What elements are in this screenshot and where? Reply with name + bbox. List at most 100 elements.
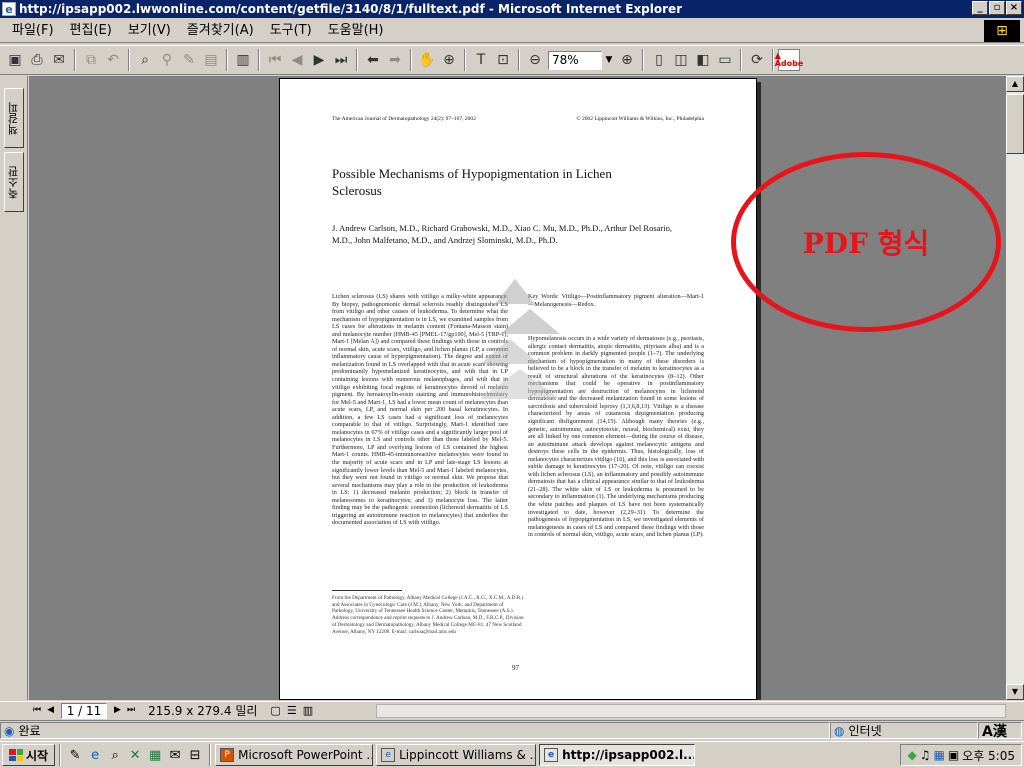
previous-page-button-icon[interactable]: ◀ [44, 706, 57, 715]
pdf-page: The American Journal of Dermatopathology… [279, 78, 757, 700]
page-field[interactable]: 1 / 11 [61, 702, 108, 719]
tab-thumbnails-label: 축소판 [7, 165, 20, 199]
previous-page-icon[interactable]: ◀ [286, 49, 308, 71]
fit-page-icon[interactable]: ◫ [670, 49, 692, 71]
task-powerpoint[interactable]: P Microsoft PowerPoint ... [215, 744, 374, 766]
zoom-in-icon[interactable]: ⊕ [616, 49, 638, 71]
system-tray: ◆ ♫ ▦ ▣ 오후 5:05 [900, 744, 1022, 766]
vertical-scrollbar[interactable]: ▲ ▼ [1006, 76, 1024, 700]
show-desktop-icon[interactable]: ✎ [65, 745, 85, 765]
menu-file[interactable]: 파일(F) [4, 20, 62, 42]
taskbar-separator [209, 744, 212, 766]
scroll-down-icon[interactable]: ▼ [1006, 684, 1024, 700]
task-lippincott[interactable]: e Lippincott Williams & ... [376, 744, 537, 766]
zone-text: 인터넷 [848, 724, 882, 738]
text-select-icon[interactable]: T [470, 49, 492, 71]
excel-quicklaunch-icon[interactable]: ✕ [125, 745, 145, 765]
horizontal-scrollbar[interactable] [376, 704, 1006, 718]
media-quicklaunch-icon[interactable]: ⊟ [185, 745, 205, 765]
reflow-icon[interactable]: ▭ [714, 49, 736, 71]
menu-bar: 파일(F) 편집(E) 보기(V) 즐겨찾기(A) 도구(T) 도움말(H) [0, 19, 1024, 43]
article-authors: J. Andrew Carlson, M.D., Richard Grabows… [332, 223, 672, 245]
facing-pages-icon[interactable]: ▥ [300, 705, 316, 716]
toolbar-separator [226, 49, 228, 71]
page-size: 215.9 x 279.4 밀리 [148, 704, 258, 718]
copy-icon[interactable]: ⧉ [80, 49, 102, 71]
menu-tools[interactable]: 도구(T) [262, 20, 320, 42]
ime-indicator[interactable]: A漢 [978, 722, 1022, 740]
comment-icon[interactable]: ✎ [178, 49, 200, 71]
scroll-up-icon[interactable]: ▲ [1006, 76, 1024, 92]
menu-favorites[interactable]: 즐겨찾기(A) [179, 20, 262, 42]
restore-button[interactable]: ▫ [989, 1, 1005, 15]
zoom-tool-icon[interactable]: ⊕ [438, 49, 460, 71]
find-icon[interactable]: ⌕ [134, 49, 156, 71]
zoom-input[interactable]: 78% [548, 50, 602, 70]
annotation-ellipse: PDF 형식 [731, 152, 1001, 332]
status-cell: ◉ 완료 [0, 722, 830, 739]
footnote: From the Department of Pathology, Albany… [332, 595, 524, 635]
adobe-logo-icon[interactable]: ▲ Adobe [775, 49, 803, 71]
windows-logo-icon: ⊞ [984, 20, 1020, 42]
ie-quicklaunch-icon[interactable]: e [85, 745, 105, 765]
continuous-icon[interactable]: ☰ [284, 705, 300, 716]
search-icon[interactable]: ⚲ [156, 49, 178, 71]
menu-view[interactable]: 보기(V) [120, 20, 179, 42]
first-page-icon[interactable]: ⏮ [264, 49, 286, 71]
toolbar-separator [740, 49, 742, 71]
next-page-button-icon[interactable]: ▶ [111, 706, 124, 715]
page-navigation-bar: ⏮ ◀ 1 / 11 ▶ ⏭ 215.9 x 279.4 밀리 ▢ ☰ ▥ [0, 701, 1024, 719]
tab-bookmarks-label: 책갈피 [7, 101, 20, 135]
title-bar: e http://ipsapp002.lwwonline.com/content… [0, 0, 1024, 18]
window-controls: _ ▫ × [972, 1, 1022, 15]
toolbar-separator [74, 49, 76, 71]
single-page-icon[interactable]: ▢ [267, 705, 283, 716]
task-ipsapp[interactable]: e http://ipsapp002.l... [539, 744, 696, 766]
next-page-icon[interactable]: ▶ [308, 49, 330, 71]
last-page-icon[interactable]: ⏭ [330, 49, 352, 71]
first-page-button-icon[interactable]: ⏮ [30, 706, 44, 715]
clock[interactable]: 오후 5:05 [962, 747, 1015, 764]
status-text: 완료 [18, 724, 41, 738]
explorer-quicklaunch-icon[interactable]: ⌕ [105, 745, 125, 765]
go-forward-icon[interactable]: ➡ [384, 49, 406, 71]
tab-thumbnails[interactable]: 축소판 [4, 152, 24, 212]
task-label: Microsoft PowerPoint ... [238, 748, 374, 762]
go-back-icon[interactable]: ⬅ [362, 49, 384, 71]
navigation-pane: 책갈피 축소판 [0, 76, 28, 700]
rotate-icon[interactable]: ⟳ [746, 49, 768, 71]
save-icon[interactable]: ▣ [4, 49, 26, 71]
page-number: 97 [512, 664, 519, 672]
email-icon[interactable]: ✉ [48, 49, 70, 71]
start-label: 시작 [26, 748, 49, 763]
start-button[interactable]: 시작 [2, 744, 56, 766]
document-icon[interactable]: ▤ [200, 49, 222, 71]
last-page-button-icon[interactable]: ⏭ [124, 706, 138, 715]
toolbar-separator [258, 49, 260, 71]
pdf-toolbar: ▣ ⎙ ✉ ⧉ ↶ ⌕ ⚲ ✎ ▤ ▥ ⏮ ◀ ▶ ⏭ ⬅ ➡ ✋ ⊕ T ⊡ … [0, 45, 1024, 75]
close-button[interactable]: × [1006, 1, 1022, 15]
zoom-dropdown-icon[interactable]: ▼ [602, 51, 616, 70]
actual-size-icon[interactable]: ▯ [648, 49, 670, 71]
print-icon[interactable]: ⎙ [26, 49, 48, 71]
undo-icon[interactable]: ↶ [102, 49, 124, 71]
ime-tray-icon[interactable]: ▣ [948, 748, 959, 762]
tray-language-icon[interactable]: ◆ [907, 748, 916, 762]
snapshot-icon[interactable]: ⊡ [492, 49, 514, 71]
minimize-button[interactable]: _ [972, 1, 988, 15]
menu-help[interactable]: 도움말(H) [320, 20, 392, 42]
footnote-rule [332, 590, 402, 591]
menu-edit[interactable]: 편집(E) [62, 20, 120, 42]
navigation-pane-icon[interactable]: ▥ [232, 49, 254, 71]
ie-task-icon: e [544, 748, 559, 762]
spreadsheet-quicklaunch-icon[interactable]: ▦ [145, 745, 165, 765]
hand-tool-icon[interactable]: ✋ [416, 49, 438, 71]
tab-bookmarks[interactable]: 책갈피 [4, 88, 24, 148]
fit-width-icon[interactable]: ◧ [692, 49, 714, 71]
window-title: http://ipsapp002.lwwonline.com/content/g… [19, 2, 683, 16]
zoom-out-icon[interactable]: ⊖ [524, 49, 546, 71]
volume-icon[interactable]: ♫ [920, 748, 931, 762]
network-icon[interactable]: ▦ [933, 748, 944, 762]
word-quicklaunch-icon[interactable]: ✉ [165, 745, 185, 765]
scroll-thumb[interactable] [1006, 94, 1024, 154]
